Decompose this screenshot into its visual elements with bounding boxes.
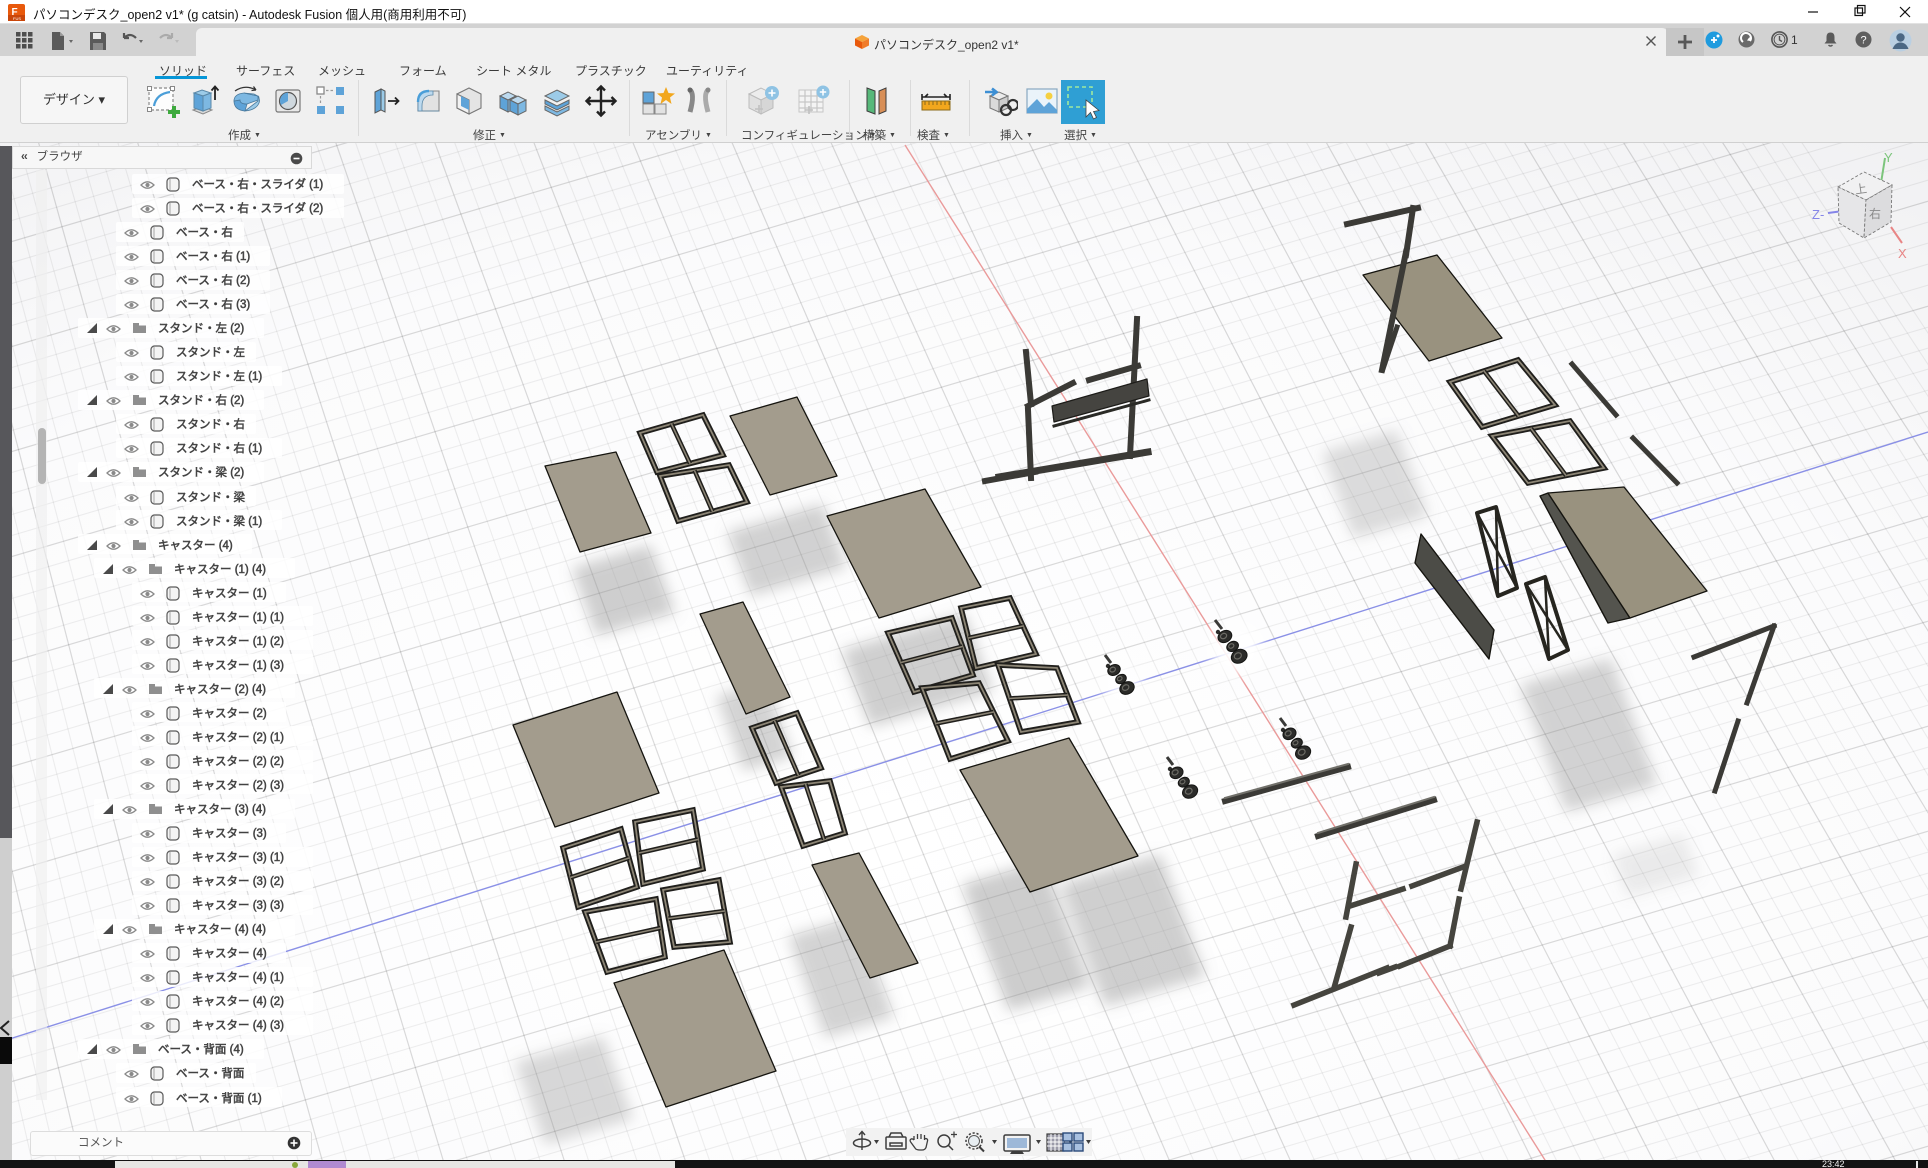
svg-text:Z-: Z-: [1812, 207, 1824, 222]
svg-text:FUS: FUS: [13, 16, 21, 21]
svg-text:X: X: [1898, 246, 1907, 261]
svg-text:Y: Y: [1884, 150, 1893, 165]
svg-text:?: ?: [1861, 35, 1867, 47]
svg-text:右: 右: [1869, 206, 1881, 221]
svg-text:上: 上: [1854, 181, 1868, 197]
